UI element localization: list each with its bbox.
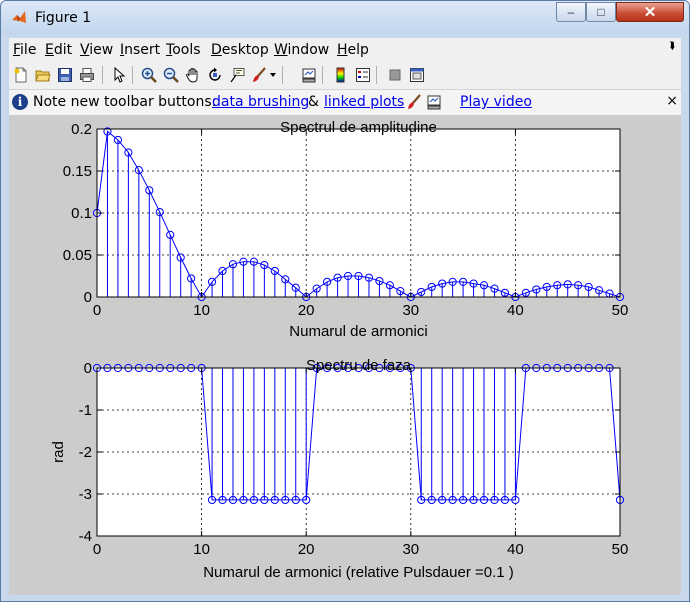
toolbar-separator — [102, 66, 103, 84]
maximize-button[interactable]: □ — [586, 2, 616, 22]
x-tick-label: 10 — [193, 302, 210, 319]
open-file-icon[interactable] — [34, 66, 52, 84]
notification-close-button[interactable]: × — [666, 93, 678, 109]
x-tick-label: 20 — [298, 302, 315, 319]
brush-icon[interactable] — [250, 66, 268, 84]
phase-spectrum-axes[interactable]: 0 10 20 30 40 50 -4 -3 -2 -1 0 Spectru de faza Numar… — [50, 357, 628, 581]
figure-plot-svg[interactable]: 0 10 20 30 40 50 0 0.05 0.1 0.15 0.2 Spectrul de am… — [9, 115, 681, 595]
menu-help[interactable]: Help — [337, 42, 369, 58]
brush-icon — [405, 93, 423, 111]
toolbar-separator — [132, 66, 133, 84]
info-icon: i — [12, 94, 28, 110]
x-tick-label: 30 — [402, 302, 419, 319]
y-tick-label: 0 — [84, 289, 92, 306]
x-axis-label: Numarul de armonici (relative Pulsdauer … — [203, 564, 514, 581]
link-plot-icon[interactable] — [300, 66, 318, 84]
save-icon[interactable] — [56, 66, 74, 84]
chart-title: Spectrul de amplitudine — [280, 119, 437, 136]
pan-icon[interactable] — [184, 66, 202, 84]
x-tick-label: 10 — [193, 541, 210, 558]
x-axis-label: Numarul de armonici — [289, 323, 427, 340]
menu-desktop[interactable]: Desktop — [211, 42, 269, 58]
x-tick-label: 50 — [612, 302, 629, 319]
menu-file[interactable]: File — [13, 42, 36, 58]
y-tick-label: -3 — [79, 486, 92, 503]
insert-legend-icon[interactable] — [354, 66, 372, 84]
x-tick-label: 0 — [93, 302, 101, 319]
menu-overflow-chevron-icon[interactable]: ⮯ — [669, 41, 675, 52]
toolbar-separator — [282, 66, 283, 84]
zoom-out-icon[interactable] — [162, 66, 180, 84]
brush-dropdown-icon[interactable] — [268, 66, 278, 84]
new-figure-icon[interactable] — [12, 66, 30, 84]
close-button[interactable]: ✕ — [616, 2, 684, 22]
edit-plot-icon[interactable] — [110, 66, 128, 84]
y-tick-label: -4 — [79, 528, 92, 545]
figure-toolbar — [9, 62, 681, 90]
menu-window[interactable]: Window — [274, 42, 329, 58]
x-tick-label: 50 — [612, 541, 629, 558]
matlab-logo-icon — [12, 11, 26, 23]
menu-edit[interactable]: Edit — [45, 42, 72, 58]
figure-window: Figure 1 – □ ✕ File Edit View Insert Too… — [0, 0, 690, 602]
y-tick-label: 0.1 — [71, 205, 92, 222]
y-tick-label: 0.05 — [63, 247, 92, 264]
print-icon[interactable] — [78, 66, 96, 84]
figure-client-area: File Edit View Insert Tools Desktop Wind… — [9, 38, 681, 595]
data-brushing-link[interactable]: data brushing — [212, 94, 309, 110]
x-tick-label: 30 — [402, 541, 419, 558]
menu-view[interactable]: View — [80, 42, 113, 58]
rotate-3d-icon[interactable] — [206, 66, 224, 84]
x-tick-label: 20 — [298, 541, 315, 558]
notification-ampersand: & — [308, 94, 319, 110]
title-bar[interactable]: Figure 1 – □ ✕ — [1, 1, 689, 35]
x-tick-label: 40 — [507, 541, 524, 558]
hide-plot-tools-icon[interactable] — [386, 66, 404, 84]
x-tick-label: 0 — [93, 541, 101, 558]
y-tick-label: 0.2 — [71, 121, 92, 138]
toolbar-notification-bar: i Note new toolbar buttons: data brushin… — [9, 90, 681, 115]
zoom-in-icon[interactable] — [140, 66, 158, 84]
amplitude-spectrum-axes[interactable]: 0 10 20 30 40 50 0 0.05 0.1 0.15 0.2 Spectrul de am… — [63, 119, 629, 340]
menu-insert[interactable]: Insert — [120, 42, 160, 58]
menu-bar: File Edit View Insert Tools Desktop Wind… — [9, 38, 681, 62]
menu-tools[interactable]: Tools — [166, 42, 201, 58]
window-title: Figure 1 — [35, 10, 92, 26]
show-plot-tools-icon[interactable] — [408, 66, 426, 84]
y-tick-label: -1 — [79, 402, 92, 419]
y-tick-label: 0.15 — [63, 163, 92, 180]
y-tick-label: -2 — [79, 444, 92, 461]
play-video-link[interactable]: Play video — [460, 94, 532, 110]
toolbar-separator — [376, 66, 377, 84]
x-tick-label: 40 — [507, 302, 524, 319]
y-tick-label: 0 — [84, 360, 92, 377]
chart-title: Spectru de faza — [306, 357, 412, 374]
linked-plots-link[interactable]: linked plots — [324, 94, 404, 110]
insert-colorbar-icon[interactable] — [332, 66, 350, 84]
minimize-button[interactable]: – — [556, 2, 586, 22]
data-cursor-icon[interactable] — [228, 66, 246, 84]
toolbar-separator — [322, 66, 323, 84]
notification-text: Note new toolbar buttons: — [33, 94, 217, 110]
link-plot-icon — [425, 93, 443, 111]
y-axis-label: rad — [50, 441, 67, 463]
figure-canvas[interactable]: 0 10 20 30 40 50 0 0.05 0.1 0.15 0.2 Spectrul de am… — [9, 115, 681, 595]
